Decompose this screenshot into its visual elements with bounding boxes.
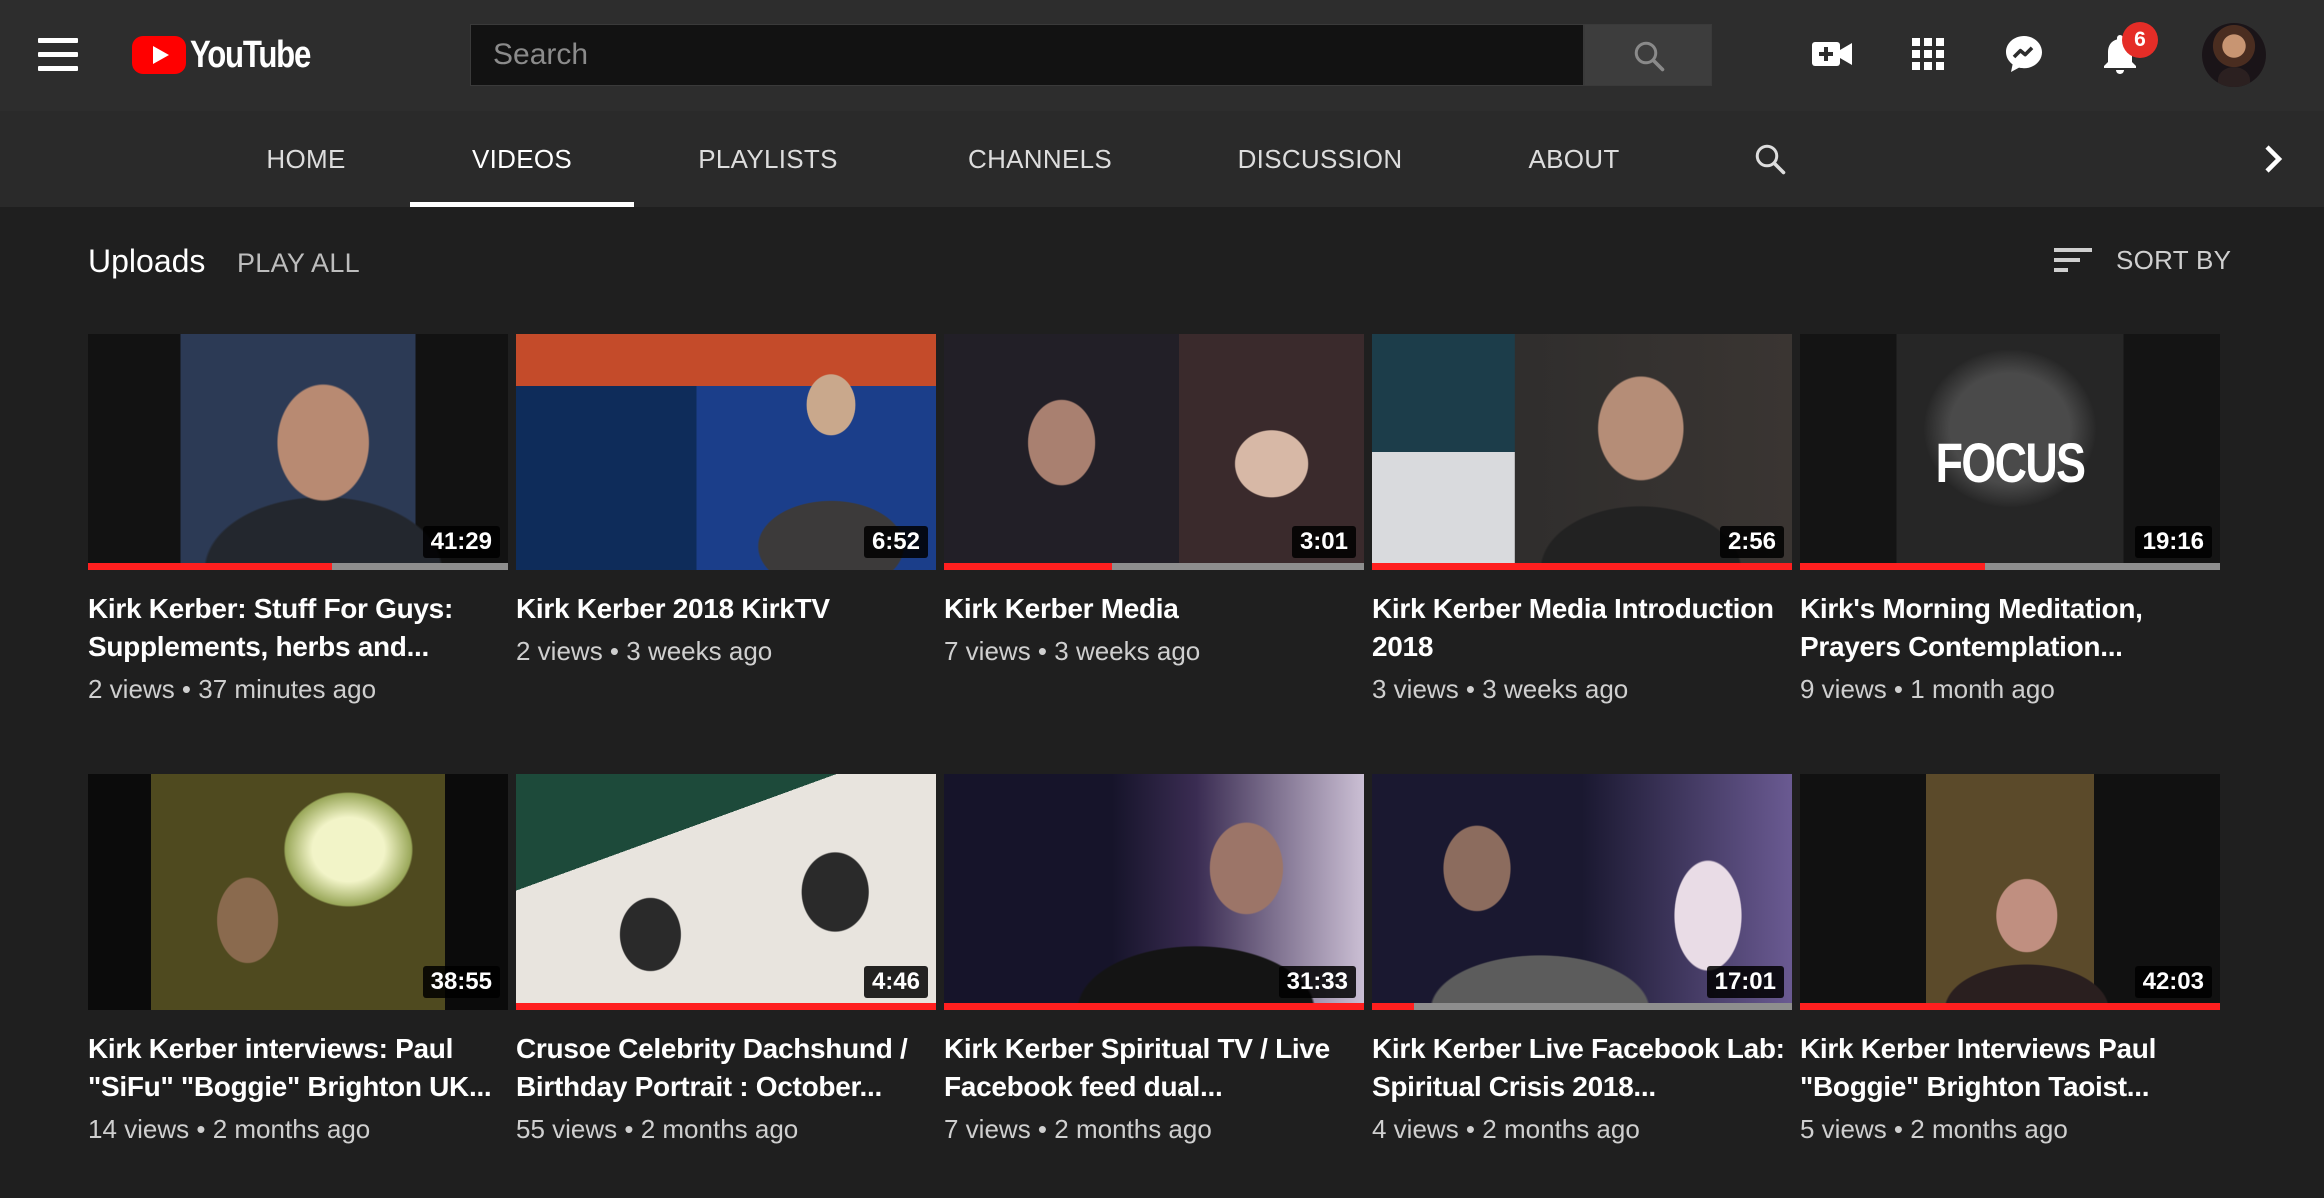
video-duration: 2:56: [1719, 526, 1784, 558]
video-thumbnail[interactable]: 4:46: [516, 774, 936, 1010]
video-duration: 3:01: [1291, 526, 1356, 558]
video-duration: 17:01: [1706, 966, 1784, 998]
apps-grid-icon[interactable]: [1904, 30, 1952, 78]
tab-label: CHANNELS: [968, 143, 1112, 174]
video-meta: 4 views • 2 months ago: [1372, 1114, 1640, 1144]
video-title[interactable]: Crusoe Celebrity Dachshund / Birthday Po…: [516, 1030, 936, 1106]
youtube-logo[interactable]: YouTube: [132, 34, 336, 76]
tab-channels[interactable]: CHANNELS: [940, 111, 1140, 207]
watch-progress-bar: [1800, 563, 2220, 570]
video-title[interactable]: Kirk Kerber Media: [944, 590, 1364, 628]
search-icon: [1634, 41, 1665, 72]
video-meta: 3 views • 3 weeks ago: [1372, 674, 1629, 704]
video-thumbnail[interactable]: 6:52: [516, 334, 936, 570]
video-card[interactable]: 2:56 Kirk Kerber Media Introduction 2018…: [1372, 334, 1792, 705]
tab-label: HOME: [266, 143, 346, 174]
watch-progress-bar: [1372, 563, 1792, 570]
tab-label: VIDEOS: [471, 143, 573, 174]
video-duration: 38:55: [422, 966, 500, 998]
watch-progress-bar: [944, 563, 1364, 570]
tab-about[interactable]: ABOUT: [1520, 111, 1628, 207]
video-thumbnail[interactable]: 38:55: [88, 774, 508, 1010]
video-thumbnail[interactable]: 41:29: [88, 334, 508, 570]
video-card[interactable]: 42:03 Kirk Kerber Interviews Paul "Boggi…: [1800, 774, 2220, 1145]
messages-icon[interactable]: [2000, 30, 2048, 78]
search-button[interactable]: [1584, 24, 1712, 86]
active-tab-indicator: [410, 202, 634, 207]
video-card[interactable]: 3:01 Kirk Kerber Media 7 views • 3 weeks…: [944, 334, 1364, 667]
tab-home[interactable]: HOME: [238, 111, 374, 207]
video-title[interactable]: Kirk Kerber Interviews Paul "Boggie" Bri…: [1800, 1030, 2220, 1106]
focus-graphic: FOCUS: [1935, 431, 2086, 494]
video-card[interactable]: 4:46 Crusoe Celebrity Dachshund / Birthd…: [516, 774, 936, 1145]
video-title[interactable]: Kirk Kerber Media Introduction 2018: [1372, 590, 1792, 666]
masthead: YouTube 6: [0, 0, 2324, 111]
sort-by-label: SORT BY: [2116, 244, 2232, 275]
video-meta: 2 views • 3 weeks ago: [516, 636, 773, 666]
video-card[interactable]: 38:55 Kirk Kerber interviews: Paul "SiFu…: [88, 774, 508, 1145]
watch-progress-bar: [1372, 1003, 1792, 1010]
video-duration: 31:33: [1278, 966, 1356, 998]
video-duration: 4:46: [863, 966, 928, 998]
video-title[interactable]: Kirk Kerber 2018 KirkTV: [516, 590, 936, 628]
video-meta: 2 views • 37 minutes ago: [88, 674, 377, 704]
create-video-icon[interactable]: [1808, 30, 1856, 78]
watch-progress-bar: [944, 1003, 1364, 1010]
video-title[interactable]: Kirk Kerber interviews: Paul "SiFu" "Bog…: [88, 1030, 508, 1106]
video-title[interactable]: Kirk Kerber: Stuff For Guys: Supplements…: [88, 590, 508, 666]
account-avatar[interactable]: [2202, 23, 2266, 87]
tab-videos[interactable]: VIDEOS: [410, 111, 634, 207]
watch-progress-bar: [1800, 1003, 2220, 1010]
video-card[interactable]: FOCUS 19:16 Kirk's Morning Meditation, P…: [1800, 334, 2220, 705]
notification-count-badge: 6: [2122, 22, 2158, 58]
tab-discussion[interactable]: DISCUSSION: [1220, 111, 1420, 207]
tab-playlists[interactable]: PLAYLISTS: [670, 111, 866, 207]
logo-text: YouTube: [190, 33, 311, 76]
video-meta: 7 views • 3 weeks ago: [944, 636, 1201, 666]
chevron-right-icon[interactable]: [2258, 141, 2288, 182]
video-thumbnail[interactable]: 42:03: [1800, 774, 2220, 1010]
tab-label: PLAYLISTS: [698, 143, 838, 174]
channel-search-icon[interactable]: [1752, 141, 1788, 182]
video-card[interactable]: 31:33 Kirk Kerber Spiritual TV / Live Fa…: [944, 774, 1364, 1145]
video-meta: 14 views • 2 months ago: [88, 1114, 371, 1144]
video-title[interactable]: Kirk Kerber Live Facebook Lab: Spiritual…: [1372, 1030, 1792, 1106]
video-meta: 55 views • 2 months ago: [516, 1114, 799, 1144]
sort-icon: [2054, 248, 2092, 272]
video-thumbnail[interactable]: 17:01: [1372, 774, 1792, 1010]
watch-progress-bar: [516, 1003, 936, 1010]
play-all-button[interactable]: PLAY ALL: [237, 248, 360, 279]
video-thumbnail[interactable]: 31:33: [944, 774, 1364, 1010]
video-thumbnail[interactable]: 3:01: [944, 334, 1364, 570]
video-thumbnail[interactable]: 2:56: [1372, 334, 1792, 570]
watch-progress-bar: [88, 563, 508, 570]
video-title[interactable]: Kirk's Morning Meditation, Prayers Conte…: [1800, 590, 2220, 666]
video-duration: 6:52: [863, 526, 928, 558]
tab-label: DISCUSSION: [1237, 143, 1403, 174]
video-meta: 7 views • 2 months ago: [944, 1114, 1212, 1144]
video-duration: 41:29: [422, 526, 500, 558]
search-input[interactable]: [470, 24, 1584, 86]
video-meta: 9 views • 1 month ago: [1800, 674, 2055, 704]
tab-label: ABOUT: [1528, 143, 1620, 174]
channel-tabs-bar: HOME VIDEOS PLAYLISTS CHANNELS DISCUSSIO…: [0, 111, 2324, 207]
youtube-play-icon: [132, 36, 186, 74]
video-meta: 5 views • 2 months ago: [1800, 1114, 2068, 1144]
video-card[interactable]: 6:52 Kirk Kerber 2018 KirkTV 2 views • 3…: [516, 334, 936, 667]
video-duration: 19:16: [2134, 526, 2212, 558]
video-thumbnail[interactable]: FOCUS 19:16: [1800, 334, 2220, 570]
hamburger-menu-icon[interactable]: [38, 38, 82, 74]
sort-by-button[interactable]: SORT BY: [2054, 240, 2231, 280]
video-card[interactable]: 17:01 Kirk Kerber Live Facebook Lab: Spi…: [1372, 774, 1792, 1145]
uploads-heading: Uploads: [88, 243, 206, 279]
video-card[interactable]: 41:29 Kirk Kerber: Stuff For Guys: Suppl…: [88, 334, 508, 705]
video-duration: 42:03: [2134, 966, 2212, 998]
video-title[interactable]: Kirk Kerber Spiritual TV / Live Facebook…: [944, 1030, 1364, 1106]
